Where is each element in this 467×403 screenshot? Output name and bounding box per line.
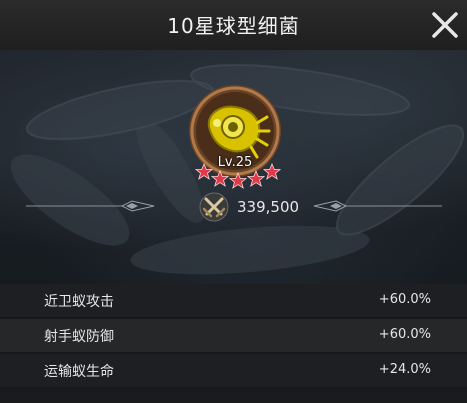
stat-value: +60.0% xyxy=(378,327,431,342)
power-value: 339,500 xyxy=(237,198,300,216)
stat-label: 运输蚁生命 xyxy=(44,364,114,380)
star-icon xyxy=(263,163,281,180)
stat-value: +60.0% xyxy=(378,292,431,307)
header-bar: 10星球型细菌 xyxy=(0,0,467,51)
star-icon xyxy=(247,170,265,187)
stat-value: +24.0% xyxy=(378,362,431,377)
right-ornament xyxy=(313,200,442,212)
footer-strip xyxy=(0,389,467,403)
stat-label: 射手蚁防御 xyxy=(44,329,114,345)
star-icon xyxy=(211,170,229,187)
left-ornament xyxy=(26,200,155,212)
stat-row: 运输蚁生命 +24.0% xyxy=(0,354,467,387)
stat-row: 近卫蚁攻击 +60.0% xyxy=(0,284,467,317)
star-icon xyxy=(195,163,213,180)
bacterium-detail-panel: 10星球型细菌 Lv.25 339,500 近卫蚁攻击 +60.0% 射手蚁防御… xyxy=(0,0,467,403)
page-title: 10星球型细菌 xyxy=(167,14,300,38)
stat-label: 近卫蚁攻击 xyxy=(44,294,114,310)
star-icon xyxy=(229,172,247,189)
star-rating xyxy=(195,163,281,189)
close-button[interactable] xyxy=(428,8,462,42)
stat-list: 近卫蚁攻击 +60.0% 射手蚁防御 +60.0% 运输蚁生命 +24.0% xyxy=(0,284,467,389)
close-icon xyxy=(432,12,458,38)
stat-row: 射手蚁防御 +60.0% xyxy=(0,319,467,352)
crossed-swords-icon xyxy=(199,192,229,222)
